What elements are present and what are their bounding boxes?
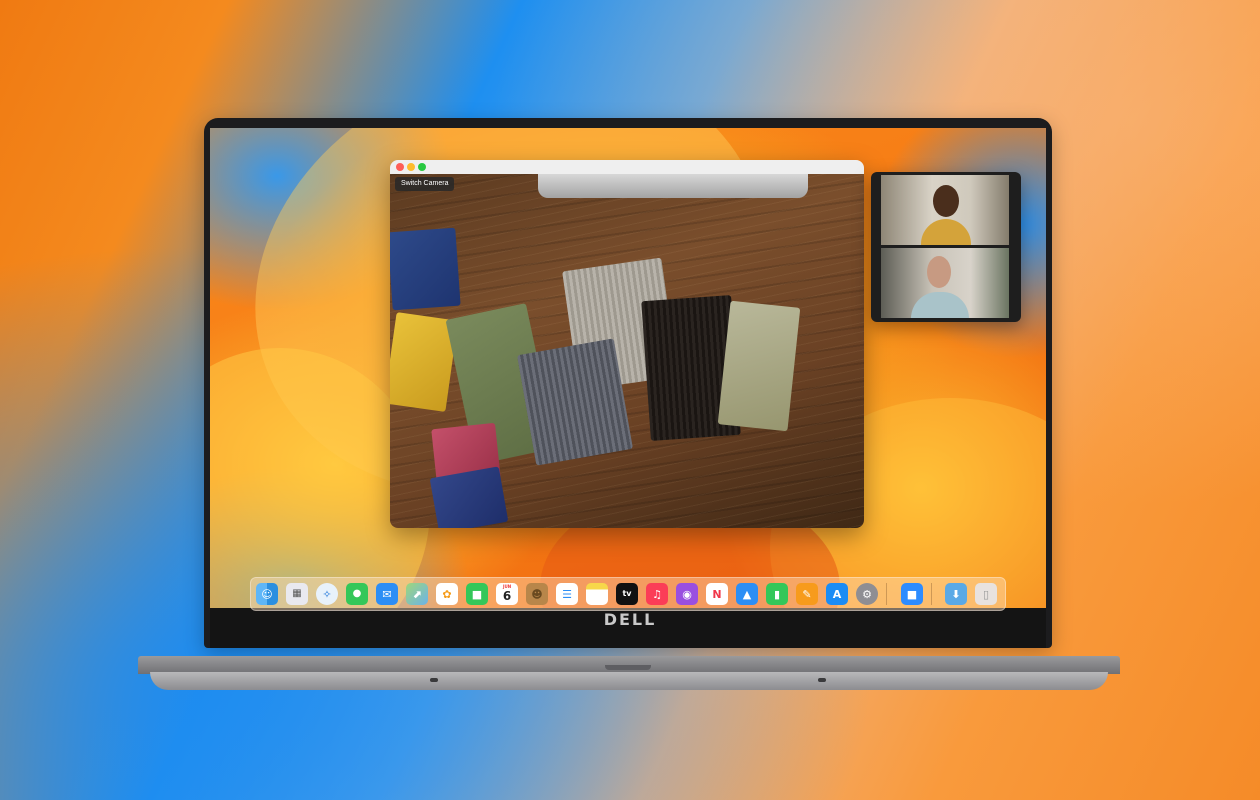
system-settings-icon[interactable]: ⚙: [856, 583, 878, 605]
downloads-folder-icon[interactable]: ⬇: [945, 583, 967, 605]
window-titlebar[interactable]: [390, 160, 864, 174]
zoom-icon[interactable]: ■: [901, 583, 923, 605]
participant-body: [911, 292, 969, 318]
sage-carpet-swatch: [717, 300, 801, 432]
laptop-foot: [430, 678, 438, 682]
app-store-icon[interactable]: A: [826, 583, 848, 605]
laptop-foot: [818, 678, 826, 682]
music-icon[interactable]: ♫: [646, 583, 668, 605]
participants-panel[interactable]: [871, 172, 1021, 322]
notes-icon[interactable]: [586, 583, 608, 605]
reminders-icon[interactable]: ☰: [556, 583, 578, 605]
news-icon[interactable]: N: [706, 583, 728, 605]
numbers-icon[interactable]: ▮: [766, 583, 788, 605]
contacts-icon[interactable]: ☻: [526, 583, 548, 605]
brand-logo: DELL: [603, 610, 657, 629]
dock-separator: [931, 583, 932, 605]
navy-block: [429, 466, 509, 528]
calendar-icon[interactable]: JUN 6: [496, 583, 518, 605]
finder-icon[interactable]: ☺: [256, 583, 278, 605]
blue-block: [390, 227, 461, 311]
switch-camera-button[interactable]: Switch Camera: [395, 177, 455, 191]
close-window-button[interactable]: [396, 163, 404, 171]
participant-tile[interactable]: [881, 248, 1009, 318]
zoom-window-button[interactable]: [418, 163, 426, 171]
pages-icon[interactable]: ✎: [796, 583, 818, 605]
trash-icon[interactable]: ▯: [975, 583, 997, 605]
laptop-base-lower: [150, 672, 1108, 690]
mail-icon[interactable]: ✉: [376, 583, 398, 605]
participant-body: [921, 219, 971, 245]
facetime-icon[interactable]: ■: [466, 583, 488, 605]
safari-icon[interactable]: ✧: [316, 583, 338, 605]
desk-view-video: [390, 174, 864, 528]
desk-view-camera-overlay: [538, 174, 808, 198]
apple-tv-icon[interactable]: tv: [616, 583, 638, 605]
lid-notch: [605, 665, 651, 670]
maps-icon[interactable]: ⬈: [406, 583, 428, 605]
participant-tile[interactable]: [881, 175, 1009, 245]
messages-icon[interactable]: ●: [346, 583, 368, 605]
calendar-day: 6: [502, 589, 512, 603]
facetime-window[interactable]: [390, 160, 864, 528]
participant-head: [927, 256, 951, 288]
photos-icon[interactable]: ✿: [436, 583, 458, 605]
dock: ☺ ▦ ✧ ● ✉ ⬈ ✿ ■ JUN 6 ☻ ☰ tv ♫ ◉ N ▲ ▮ ✎…: [250, 577, 1006, 611]
grey-carpet-swatch: [517, 338, 633, 466]
podcasts-icon[interactable]: ◉: [676, 583, 698, 605]
dock-separator: [886, 583, 887, 605]
keynote-icon[interactable]: ▲: [736, 583, 758, 605]
participant-head: [933, 185, 959, 217]
launchpad-icon[interactable]: ▦: [286, 583, 308, 605]
minimize-window-button[interactable]: [407, 163, 415, 171]
